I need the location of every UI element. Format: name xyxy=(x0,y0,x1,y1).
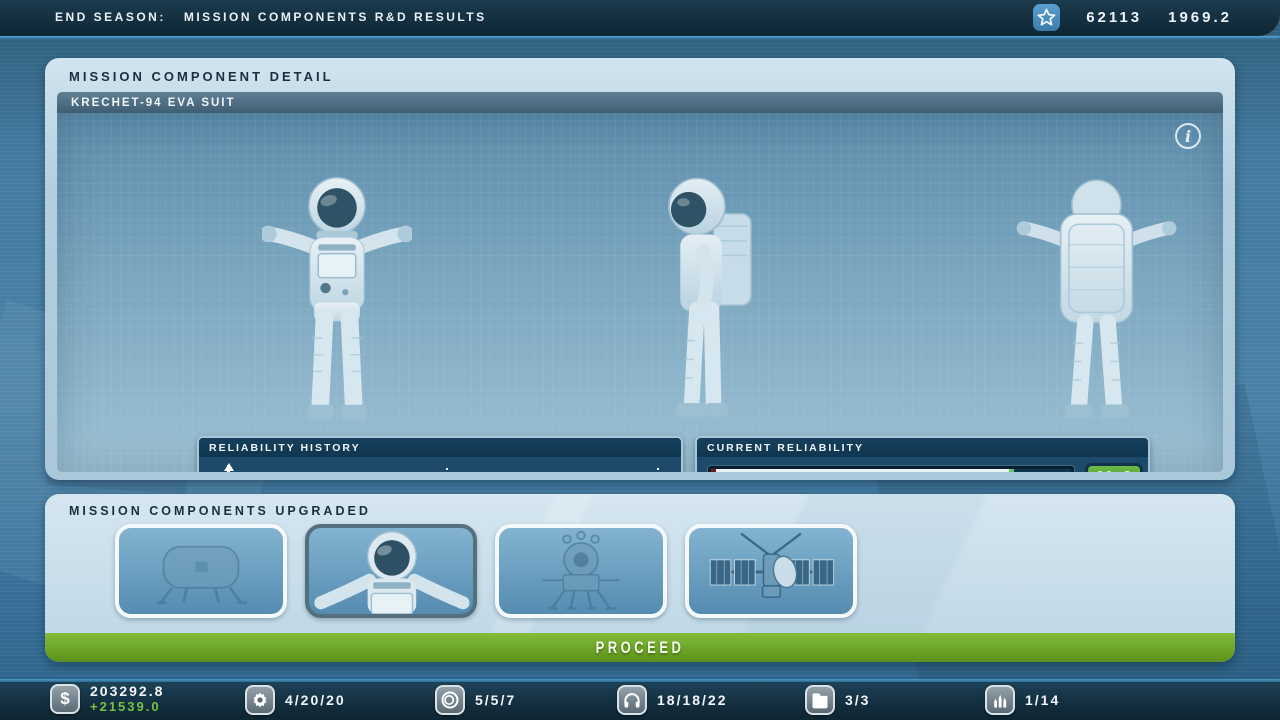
rockets-stat: 1/14 xyxy=(985,685,1060,715)
resources-bar: $ 203292.8 +21539.0 4/20/20 5/5/7 xyxy=(0,682,1280,720)
component-thumbnails xyxy=(115,524,857,618)
reliability-readout: 00.8 83.3 xyxy=(1085,463,1143,472)
rd-projects-stat: 4/20/20 xyxy=(245,685,346,715)
satellite-icon xyxy=(689,528,853,614)
screen-title-prefix: END SEASON: xyxy=(55,10,166,24)
dollar-icon: $ xyxy=(50,684,80,714)
info-icon[interactable]: i xyxy=(1175,123,1201,149)
helmet-icon xyxy=(435,685,465,715)
gauge-track: 00102030405060708090100 xyxy=(711,469,1071,472)
top-bar: END SEASON: MISSION COMPONENTS R&D RESULT… xyxy=(0,0,1280,36)
prestige-score: 62113 xyxy=(1086,9,1142,26)
reliability-history-chart: 82 0 19661969 xyxy=(199,457,681,472)
component-name: KRECHET-94 EVA SUIT xyxy=(71,97,236,109)
suit-front-view xyxy=(262,171,412,426)
rockets-value: 1/14 xyxy=(1025,692,1060,708)
rockets-icon xyxy=(985,685,1015,715)
current-reliability-panel: CURRENT RELIABILITY 00102030405060708090… xyxy=(695,436,1150,472)
component-header: KRECHET-94 EVA SUIT xyxy=(57,92,1223,113)
component-display-area: i RELIABILITY HISTORY 82 0 19661969 CURR… xyxy=(57,113,1223,472)
game-date: 1969.2 xyxy=(1168,9,1232,26)
mission-component-detail-panel: MISSION COMPONENT DETAIL KRECHET-94 EVA … xyxy=(45,58,1235,480)
screen-title-text: MISSION COMPONENTS R&D RESULTS xyxy=(184,10,487,24)
headphones-icon xyxy=(617,685,647,715)
reliability-history-panel: RELIABILITY HISTORY 82 0 19661969 xyxy=(197,436,683,472)
components-upgraded-title: MISSION COMPONENTS UPGRADED xyxy=(69,504,371,518)
funds-stat: $ 203292.8 +21539.0 xyxy=(50,684,164,714)
components-upgraded-panel: MISSION COMPONENTS UPGRADED xyxy=(45,494,1235,662)
crews-stat: 5/5/7 xyxy=(435,685,516,715)
cargo-module-icon xyxy=(119,528,283,614)
proceed-button[interactable]: PROCEED xyxy=(45,633,1235,662)
y-axis xyxy=(227,465,230,472)
screen-title: END SEASON: MISSION COMPONENTS R&D RESULT… xyxy=(55,10,487,24)
funds-value: 203292.8 xyxy=(90,684,164,699)
prestige-chip[interactable] xyxy=(1033,4,1060,31)
staff-stat: 18/18/22 xyxy=(617,685,728,715)
component-thumb-eva-suit[interactable] xyxy=(305,524,477,618)
reliability-gauge: 00102030405060708090100 xyxy=(707,465,1075,472)
programs-stat: 3/3 xyxy=(805,685,870,715)
folder-icon xyxy=(805,685,835,715)
current-reliability-title: CURRENT RELIABILITY xyxy=(707,442,864,454)
programs-value: 3/3 xyxy=(845,692,870,708)
reliability-delta: 00.8 xyxy=(1088,466,1140,472)
staff-value: 18/18/22 xyxy=(657,692,728,708)
lunar-lander-icon xyxy=(499,528,663,614)
gear-icon xyxy=(245,685,275,715)
proceed-label: PROCEED xyxy=(596,638,685,657)
star-icon xyxy=(1037,8,1056,27)
component-thumb-cargo-module[interactable] xyxy=(115,524,287,618)
rd-projects-value: 4/20/20 xyxy=(285,692,346,708)
component-thumb-satellite[interactable] xyxy=(685,524,857,618)
funds-delta: +21539.0 xyxy=(90,699,164,714)
component-thumb-lunar-lander[interactable] xyxy=(495,524,667,618)
suit-side-view xyxy=(649,168,774,428)
reliability-chart-bars xyxy=(239,470,647,472)
eva-suit-icon xyxy=(309,528,473,614)
reliability-history-title: RELIABILITY HISTORY xyxy=(209,442,361,454)
suit-back-view xyxy=(1009,173,1184,423)
crews-value: 5/5/7 xyxy=(475,692,516,708)
panel-title: MISSION COMPONENT DETAIL xyxy=(69,69,334,84)
